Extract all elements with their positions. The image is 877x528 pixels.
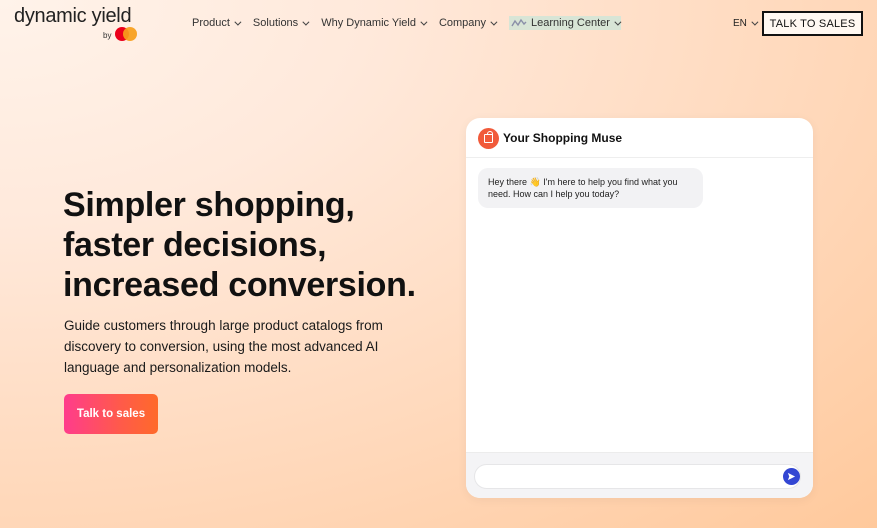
bot-message: Hey there 👋 I'm here to help you find wh… [478, 168, 703, 208]
nav-item-label: Company [438, 17, 487, 29]
language-label: EN [733, 18, 747, 29]
nav-item-label: Product [192, 17, 230, 29]
mastercard-icon [115, 27, 137, 41]
talk-to-sales-button[interactable]: Talk to sales [64, 394, 158, 434]
chevron-down-icon [490, 18, 498, 26]
chat-footer [466, 452, 813, 498]
chevron-down-icon [420, 18, 428, 26]
nav-item-company[interactable]: Company [438, 17, 498, 29]
talk-to-sales-nav-button[interactable]: TALK TO SALES [762, 11, 863, 36]
send-arrow-icon [787, 472, 796, 481]
send-button[interactable] [783, 468, 800, 485]
hero-headline: Simpler shopping, faster decisions, incr… [63, 185, 443, 305]
logo-by-text: by [103, 31, 112, 40]
chat-input[interactable] [474, 464, 801, 489]
headline-line-1: Simpler shopping, [63, 186, 355, 224]
nav-item-label: Learning Center [531, 17, 610, 29]
chevron-down-icon [302, 18, 310, 26]
nav-item-label: Why Dynamic Yield [321, 17, 416, 29]
nav-item-why-dynamic-yield[interactable]: Why Dynamic Yield [321, 17, 428, 29]
headline-line-3: increased conversion. [63, 266, 416, 304]
nav-item-label: Solutions [252, 17, 299, 29]
hero-subtext: Guide customers through large product ca… [64, 318, 383, 375]
nav-item-learning-center[interactable]: Learning Center [509, 16, 622, 30]
shopping-muse-chat: Your Shopping Muse Hey there 👋 I'm here … [466, 118, 813, 498]
chat-title: Your Shopping Muse [503, 131, 623, 145]
nav-item-product[interactable]: Product [192, 17, 242, 29]
top-nav: dynamic yield by Product Solutions Why D… [0, 0, 877, 48]
wave-icon [511, 18, 527, 27]
nav-item-solutions[interactable]: Solutions [252, 17, 310, 29]
chevron-down-icon [614, 18, 622, 26]
headline-line-2: faster decisions, [63, 226, 327, 264]
chevron-down-icon [751, 18, 759, 26]
chat-header: Your Shopping Muse [466, 118, 813, 158]
logo-text: dynamic yield [14, 5, 132, 27]
shopping-bag-icon [478, 128, 499, 149]
dynamic-yield-logo[interactable]: dynamic yield by [14, 5, 144, 41]
chevron-down-icon [234, 18, 242, 26]
main-menu: Product Solutions Why Dynamic Yield Comp… [192, 14, 635, 32]
language-selector[interactable]: EN [733, 18, 759, 29]
